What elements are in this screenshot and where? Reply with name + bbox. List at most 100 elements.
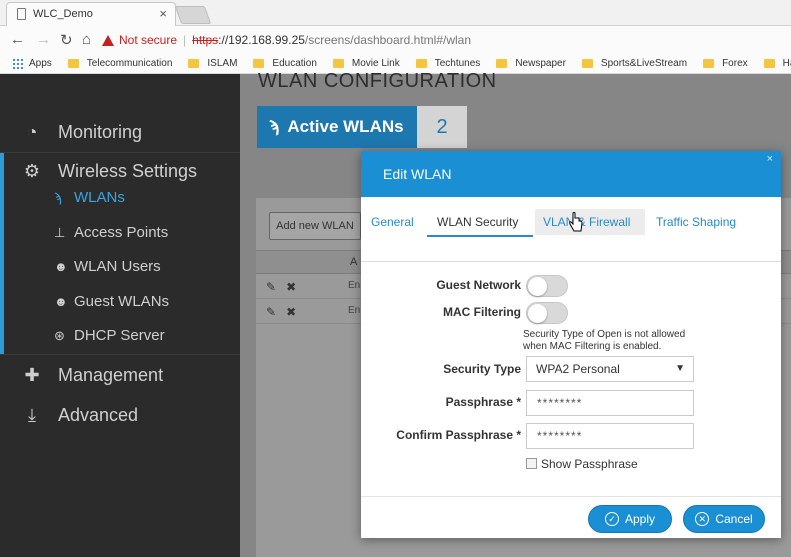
confirm-passphrase-field[interactable]: ******** — [526, 423, 694, 449]
edit-icon[interactable]: ✎ — [266, 280, 276, 294]
sidebar-item-label: DHCP Server — [74, 327, 165, 344]
security-type-label: Security Type — [443, 362, 521, 376]
passphrase-label: Passphrase * — [445, 395, 521, 409]
page-icon — [17, 8, 26, 20]
toggle-knob — [528, 304, 547, 323]
dhcp-icon: ⊛ — [54, 327, 65, 343]
bookmark-item[interactable]: Education — [253, 58, 317, 69]
bookmark-item[interactable]: ISLAM — [188, 58, 237, 69]
folder-icon — [415, 59, 427, 68]
home-icon[interactable]: ⌂ — [82, 31, 91, 48]
folder-icon — [188, 59, 200, 68]
modal-footer-divider — [361, 496, 781, 497]
edit-icon[interactable]: ✎ — [266, 305, 276, 319]
guest-network-toggle[interactable] — [526, 275, 568, 297]
table-cell: En — [348, 305, 361, 316]
users-icon: ☻ — [54, 294, 68, 309]
sidebar-active-indicator — [0, 152, 4, 354]
apply-button[interactable]: ✓ Apply — [588, 505, 672, 533]
address-separator: | — [183, 33, 187, 47]
folder-icon — [496, 59, 508, 68]
bookmark-item[interactable]: Hacking — [763, 58, 791, 69]
edit-wlan-modal: Edit WLAN × General WLAN Security VLAN &… — [361, 151, 781, 538]
browser-tabstrip: WLC_Demo × — [0, 0, 791, 26]
tabs-divider — [361, 261, 781, 262]
table-cell: En — [348, 280, 361, 291]
apps-grid-icon — [12, 58, 23, 69]
folder-icon — [763, 59, 775, 68]
sidebar-item-wlans[interactable]: ϡ WLANs — [54, 189, 125, 206]
active-tab-underline — [427, 235, 533, 237]
sidebar-item-wireless-settings[interactable]: ⚙ Wireless Settings — [20, 161, 197, 182]
mac-filtering-label: MAC Filtering — [443, 305, 521, 319]
security-type-value: WPA2 Personal — [536, 362, 620, 376]
sidebar-item-monitoring[interactable]: ◔ Monitoring — [20, 122, 142, 143]
sidebar-item-wlan-users[interactable]: ☻ WLAN Users — [54, 258, 161, 275]
note-line: Security Type of Open is not allowed — [523, 329, 686, 340]
bookmark-item[interactable]: Sports&LiveStream — [581, 58, 687, 69]
security-type-select[interactable]: WPA2 Personal ▼ — [526, 356, 694, 382]
sidebar-item-label: Monitoring — [58, 122, 143, 142]
tab-vlan-firewall[interactable]: VLAN & Firewall — [543, 215, 630, 229]
back-arrow-icon[interactable]: ← — [10, 31, 25, 48]
sidebar-item-label: Access Points — [74, 224, 169, 241]
modal-header: Edit WLAN × — [361, 151, 781, 197]
delete-icon[interactable]: ✖ — [286, 280, 296, 294]
cancel-button[interactable]: ✕ Cancel — [683, 505, 765, 533]
mac-filtering-toggle[interactable] — [526, 302, 568, 324]
folder-icon — [332, 59, 344, 68]
url-scheme: https — [192, 33, 219, 47]
gear-icon: ⚙ — [23, 161, 41, 181]
sidebar-item-label: Advanced — [58, 405, 139, 425]
active-wlans-tile[interactable]: ϡ Active WLANs — [257, 106, 417, 148]
sidebar-item-label: WLAN Users — [74, 258, 161, 275]
new-tab-button[interactable] — [174, 6, 212, 24]
sidebar-item-advanced[interactable]: ⤓ Advanced — [20, 405, 138, 426]
folder-icon — [703, 59, 715, 68]
bookmark-item[interactable]: Telecommunication — [67, 58, 172, 69]
url-host: ://192.168.99.25 — [218, 33, 305, 47]
bookmark-apps[interactable]: Apps — [12, 58, 52, 69]
bookmark-item[interactable]: Techtunes — [415, 58, 480, 69]
note-line: when MAC Filtering is enabled. — [523, 341, 662, 352]
tab-wlan-security[interactable]: WLAN Security — [437, 215, 518, 229]
browser-tab[interactable]: WLC_Demo × — [6, 2, 176, 26]
delete-icon[interactable]: ✖ — [286, 305, 296, 319]
forward-arrow-icon[interactable]: → — [36, 31, 51, 48]
confirm-passphrase-label: Confirm Passphrase * — [396, 428, 521, 442]
not-secure-label: Not secure — [119, 33, 178, 47]
warning-icon — [102, 34, 114, 46]
tab-traffic-shaping[interactable]: Traffic Shaping — [656, 215, 736, 229]
mac-filtering-note: Security Type of Open is not allowed whe… — [523, 329, 685, 353]
access-point-icon: ⊥ — [54, 224, 66, 240]
sidebar-item-label: Management — [58, 365, 164, 385]
guest-network-label: Guest Network — [436, 278, 521, 292]
add-wlan-button[interactable]: Add new WLAN — [269, 212, 361, 240]
close-icon[interactable]: × — [767, 153, 773, 165]
bookmark-item[interactable]: Movie Link — [332, 58, 400, 69]
sidebar-item-label: WLANs — [74, 189, 125, 206]
tab-general[interactable]: General — [371, 215, 414, 229]
sidebar-item-access-points[interactable]: ⊥ Access Points — [54, 224, 168, 241]
sidebar-item-dhcp-server[interactable]: ⊛ DHCP Server — [54, 327, 165, 344]
tab-close-icon[interactable]: × — [159, 6, 167, 21]
reload-icon[interactable]: ↻ — [60, 31, 73, 49]
check-circle-icon: ✓ — [604, 512, 619, 526]
folder-icon — [581, 59, 593, 68]
show-passphrase-checkbox[interactable] — [526, 458, 537, 469]
wifi-icon: ϡ — [54, 190, 62, 205]
sidebar-item-guest-wlans[interactable]: ☻ Guest WLANs — [54, 293, 169, 310]
address-bar[interactable]: Not secure | https ://192.168.99.25 /scr… — [102, 29, 791, 51]
apply-button-label: Apply — [624, 512, 656, 526]
dashboard-gauge-icon: ◔ — [26, 122, 38, 142]
sidebar-item-management[interactable]: ✚ Management — [20, 365, 163, 386]
active-wlans-count: 2 — [417, 106, 467, 148]
bookmark-item[interactable]: Newspaper — [496, 58, 566, 69]
wifi-icon: ϡ — [269, 117, 280, 136]
bookmark-item[interactable]: Forex — [703, 58, 748, 69]
modal-title: Edit WLAN — [383, 166, 452, 182]
puzzle-icon: ✚ — [24, 365, 40, 385]
passphrase-field[interactable]: ******** — [526, 390, 694, 416]
browser-toolbar: ← → ↻ ⌂ Not secure | https ://192.168.99… — [0, 26, 791, 54]
folder-icon — [253, 59, 265, 68]
